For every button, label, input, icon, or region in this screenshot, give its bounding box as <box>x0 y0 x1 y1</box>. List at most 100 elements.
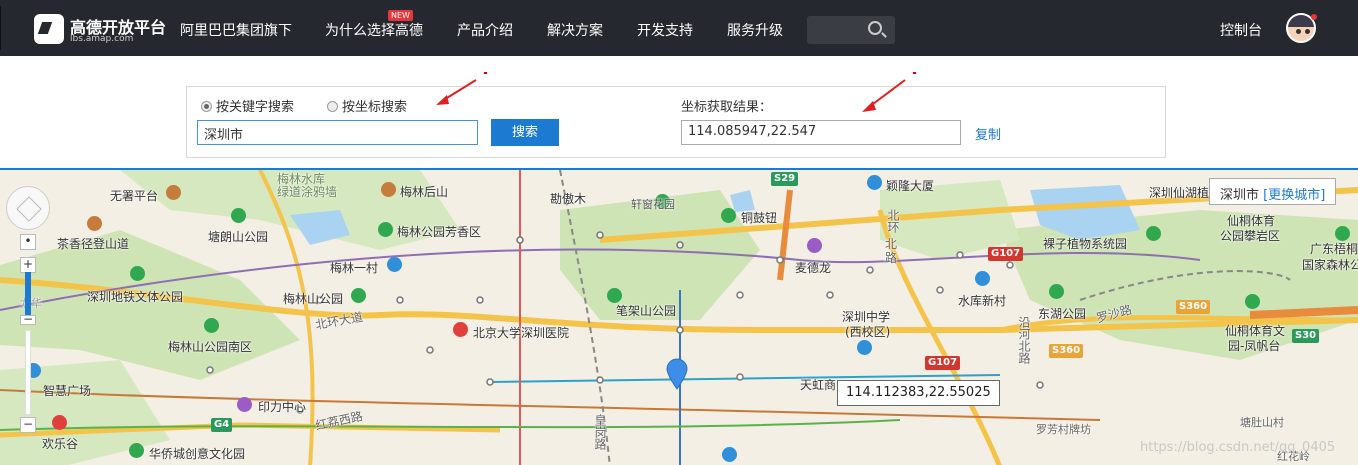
keyword-input[interactable]: 深圳市 <box>197 120 478 145</box>
avatar-eye <box>1305 29 1310 34</box>
scenic-icon[interactable] <box>166 185 181 200</box>
park-icon[interactable] <box>1049 284 1064 299</box>
place-label: 深圳仙湖植 <box>1149 186 1210 200</box>
place-label: 颖隆大厦 <box>886 179 935 193</box>
place-label: 铜鼓钮 <box>741 211 778 225</box>
radio-coord-search[interactable]: 按坐标搜索 <box>327 96 407 115</box>
park-icon[interactable] <box>1245 294 1260 309</box>
top-nav-bar: 高德开放平台 lbs.amap.com 阿里巴巴集团旗下 为什么选择高德 NEW… <box>0 0 1358 56</box>
nav-alibaba[interactable]: 阿里巴巴集团旗下 <box>180 20 292 40</box>
zoom-out-button[interactable]: − <box>20 417 36 433</box>
new-badge: NEW <box>388 10 413 21</box>
nav-service-upgrade[interactable]: 服务升级 <box>727 20 783 40</box>
coordinate-tooltip: 114.112383,22.55025 <box>837 380 1000 406</box>
place-label: 塘朗山公园 <box>208 230 269 244</box>
nav-products[interactable]: 产品介绍 <box>457 20 513 40</box>
route-shield-g107: G107 <box>925 356 961 370</box>
place-label: 印力中心 <box>258 400 307 414</box>
place-label: 北京大学深圳医院 <box>473 326 570 340</box>
place-label: 梅林山公园 <box>283 292 344 306</box>
building-icon[interactable] <box>387 257 402 272</box>
zoom-track-empty[interactable] <box>25 330 31 415</box>
route-shield-g107: G107 <box>988 247 1024 261</box>
place-label: 广东梧桐 <box>1310 242 1358 256</box>
copy-link[interactable]: 复制 <box>975 124 1001 143</box>
location-marker-icon[interactable] <box>666 358 688 390</box>
place-label: 绿道涂鸦墙 <box>277 185 338 199</box>
notification-dot <box>1311 14 1317 20</box>
city-switcher: 深圳市 [更换城市] <box>1209 178 1337 205</box>
route-shield-g4: G4 <box>211 418 233 432</box>
map-base-layer <box>0 170 1358 465</box>
place-label: 沿河北路 <box>1017 316 1031 364</box>
shopping-icon[interactable] <box>237 397 252 412</box>
park-icon[interactable] <box>607 288 622 303</box>
place-label: 梅林公园芳香区 <box>397 225 482 239</box>
current-city: 深圳市 <box>1220 188 1260 203</box>
school-icon[interactable] <box>722 447 737 462</box>
radio-keyword-label: 按关键字搜索 <box>216 100 295 115</box>
place-label: 深圳地铁文体公园 <box>87 290 184 304</box>
park-icon[interactable] <box>1335 226 1350 241</box>
place-label: 裸子植物系统园 <box>1043 237 1128 251</box>
place-label: 东湖公园 <box>1038 307 1087 321</box>
scenic-icon[interactable] <box>381 182 396 197</box>
place-label: 梅林后山 <box>400 185 449 199</box>
park-icon[interactable] <box>130 266 145 281</box>
watermark: https://blog.csdn.net/qq_0405 <box>1140 440 1336 455</box>
nav-search-box[interactable] <box>807 16 895 44</box>
place-label: 茶香径登山道 <box>57 237 130 251</box>
radio-keyword-search[interactable]: 按关键字搜索 <box>201 96 294 115</box>
park-icon[interactable] <box>721 208 736 223</box>
building-icon[interactable] <box>975 271 990 286</box>
search-icon[interactable] <box>868 21 882 35</box>
map-canvas[interactable]: S29 G107 G107 S360 S360 S30 G4 无署平台 梅林水库… <box>0 168 1358 465</box>
building-icon[interactable] <box>867 175 882 190</box>
zoom-slider-handle[interactable]: − <box>20 313 36 325</box>
nav-dev-support[interactable]: 开发支持 <box>637 20 693 40</box>
route-shield-s360: S360 <box>1049 344 1084 358</box>
park-icon[interactable] <box>1146 226 1161 241</box>
route-shield-s29: S29 <box>771 172 799 186</box>
place-label: 华侨城创意文化园 <box>149 447 246 461</box>
nav-solutions[interactable]: 解决方案 <box>547 20 603 40</box>
expressway <box>1249 306 1358 319</box>
culture-park-icon[interactable] <box>129 443 144 458</box>
route-shield-s360: S360 <box>1176 300 1211 314</box>
zoom-in-button[interactable]: + <box>20 257 36 273</box>
place-label: 勘傲木 <box>550 192 587 206</box>
place-label: 笔架山公园 <box>616 304 677 318</box>
amusement-icon[interactable] <box>52 415 67 430</box>
change-city-link[interactable]: [更换城市] <box>1263 188 1325 203</box>
place-label: 罗芳村牌坊 <box>1036 423 1091 436</box>
locate-button[interactable]: • <box>20 234 36 250</box>
coordinate-picker-panel: 按关键字搜索 按坐标搜索 深圳市 搜索 坐标获取结果： 114.085947,2… <box>186 86 1166 158</box>
radio-checked-icon[interactable] <box>201 101 212 112</box>
place-label: 龙华 <box>20 297 42 310</box>
hospital-icon[interactable] <box>453 322 468 337</box>
nav-why-amap[interactable]: 为什么选择高德 <box>325 20 423 40</box>
park-icon[interactable] <box>351 288 366 303</box>
nav-console[interactable]: 控制台 <box>1220 20 1262 40</box>
search-button[interactable]: 搜索 <box>491 119 559 146</box>
radio-coord-label: 按坐标搜索 <box>342 100 408 115</box>
amap-logo-icon <box>34 14 64 44</box>
radio-unchecked-icon[interactable] <box>327 101 338 112</box>
school-icon[interactable] <box>857 340 872 355</box>
expressway <box>777 189 793 281</box>
place-label: 麦德龙 <box>795 261 832 275</box>
pan-control[interactable] <box>6 186 50 230</box>
park-icon[interactable] <box>204 318 219 333</box>
place-label: 梅林一村 <box>330 261 379 275</box>
logo-subtitle: lbs.amap.com <box>70 34 134 44</box>
shopping-icon[interactable] <box>807 238 822 253</box>
place-label: 轩窗花园 <box>631 198 675 211</box>
scenic-icon[interactable] <box>87 216 102 231</box>
park-icon[interactable] <box>231 208 246 223</box>
result-coordinate-field[interactable]: 114.085947,22.547 <box>681 120 961 145</box>
place-label: 北环 <box>886 209 900 233</box>
park-icon[interactable] <box>378 222 393 237</box>
amap-logo[interactable]: 高德开放平台 lbs.amap.com <box>34 14 166 44</box>
result-label: 坐标获取结果： <box>681 100 773 115</box>
place-label: 国家森林公 <box>1302 258 1358 272</box>
